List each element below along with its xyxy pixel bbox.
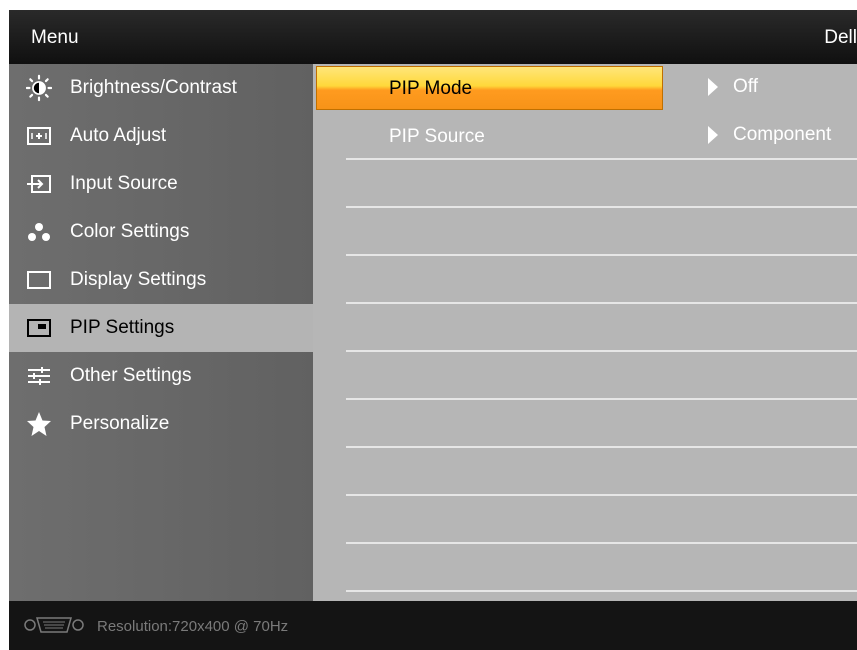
empty-row (313, 160, 857, 208)
star-icon (26, 411, 52, 437)
sidebar-item-color-settings[interactable]: Color Settings (9, 208, 313, 256)
sidebar-item-input-source[interactable]: Input Source (9, 160, 313, 208)
sidebar-item-display-settings[interactable]: Display Settings (9, 256, 313, 304)
empty-row (313, 352, 857, 400)
empty-row (313, 256, 857, 304)
empty-row (313, 304, 857, 352)
empty-row (313, 400, 857, 448)
sidebar-item-label: Input Source (70, 173, 178, 194)
sidebar-item-label: Color Settings (70, 221, 190, 242)
pip-mode-row[interactable]: PIP Mode Off (313, 64, 857, 112)
brightness-icon (26, 74, 52, 102)
sliders-icon (26, 363, 52, 389)
pip-source-label: PIP Source (389, 126, 485, 147)
sidebar-item-label: Personalize (70, 413, 170, 434)
empty-row (313, 448, 857, 496)
selection-highlight (316, 66, 663, 110)
pip-mode-label: PIP Mode (389, 78, 473, 99)
sidebar-item-pip-settings[interactable]: PIP Settings (9, 304, 313, 352)
sidebar-item-label: Other Settings (70, 365, 192, 386)
sidebar-item-label: PIP Settings (70, 317, 175, 338)
row-divider (346, 590, 857, 592)
menu-header: Menu Dell (9, 10, 857, 64)
arrow-right-icon (708, 78, 718, 96)
arrow-right-icon (708, 126, 718, 144)
brand-label: Dell (824, 27, 857, 48)
sidebar-item-personalize[interactable]: Personalize (9, 400, 313, 448)
empty-row (313, 544, 857, 592)
pip-icon (26, 315, 52, 341)
vga-connector-icon (23, 615, 85, 639)
sidebar-item-label: Auto Adjust (70, 125, 167, 146)
empty-row (313, 496, 857, 544)
sidebar-item-label: Display Settings (70, 269, 207, 290)
sidebar-item-auto-adjust[interactable]: Auto Adjust (9, 112, 313, 160)
pip-mode-value[interactable]: Off (708, 76, 758, 98)
auto-adjust-icon (26, 123, 52, 149)
pip-mode-value-text: Off (733, 76, 758, 97)
display-settings-icon (26, 267, 52, 293)
sidebar: Brightness/Contrast Auto Adjust Input So… (9, 64, 313, 601)
menu-title: Menu (31, 27, 79, 48)
color-settings-icon (26, 219, 52, 245)
pip-source-value[interactable]: Component (708, 124, 831, 146)
empty-row (313, 208, 857, 256)
pip-source-row[interactable]: PIP Source Component (313, 112, 857, 160)
sidebar-item-label: Brightness/Contrast (70, 77, 237, 98)
input-source-icon (26, 171, 52, 197)
resolution-status: Resolution:720x400 @ 70Hz (97, 618, 289, 635)
status-bar: Resolution:720x400 @ 70Hz (9, 601, 857, 650)
pip-settings-panel: PIP Mode Off PIP Source Component (313, 64, 857, 601)
pip-source-value-text: Component (733, 124, 832, 145)
osd-menu-window: Menu Dell Brightness/Contrast Auto Adjus… (9, 10, 857, 650)
sidebar-item-other-settings[interactable]: Other Settings (9, 352, 313, 400)
sidebar-item-brightness-contrast[interactable]: Brightness/Contrast (9, 64, 313, 112)
